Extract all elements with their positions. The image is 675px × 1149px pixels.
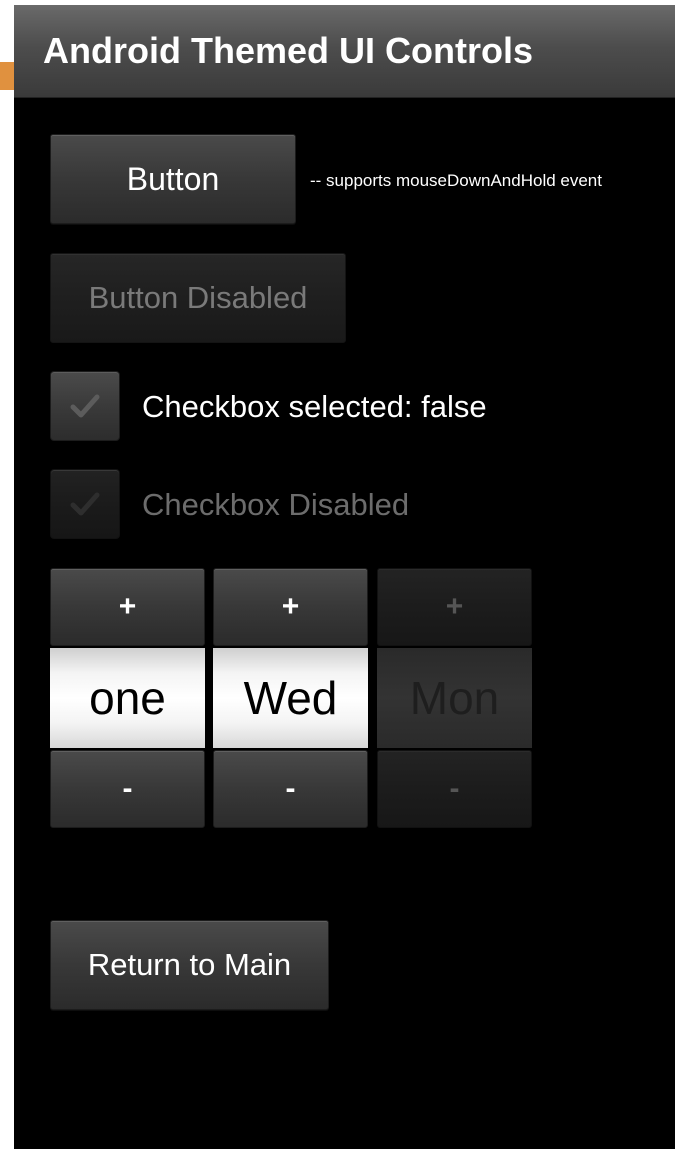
spinner-value: one — [50, 648, 205, 748]
spinner-value: Wed — [213, 648, 368, 748]
spinner-decrement-button: - — [377, 750, 532, 828]
checkbox-label[interactable]: Checkbox selected: false — [142, 389, 487, 425]
checkmark-icon — [70, 492, 100, 516]
spinner-increment-button[interactable]: + — [213, 568, 368, 646]
spinner-decrement-button[interactable]: - — [213, 750, 368, 828]
spinner-number: + one - — [50, 568, 205, 828]
title-bar: Android Themed UI Controls — [14, 5, 675, 98]
checkbox-disabled — [50, 469, 120, 539]
page-title: Android Themed UI Controls — [43, 30, 533, 71]
button-note: -- supports mouseDownAndHold event — [310, 171, 602, 190]
disabled-button: Button Disabled — [50, 253, 346, 343]
spinner-day: + Wed - — [213, 568, 368, 828]
app-screen: Android Themed UI Controls Button -- sup… — [14, 5, 675, 1149]
checkmark-icon — [70, 394, 100, 418]
checkbox[interactable] — [50, 371, 120, 441]
spinner-increment-button: + — [377, 568, 532, 646]
return-to-main-button[interactable]: Return to Main — [50, 920, 329, 1010]
spinner-increment-button[interactable]: + — [50, 568, 205, 646]
window-corner-accent — [0, 62, 14, 90]
main-button[interactable]: Button — [50, 134, 296, 224]
spinner-decrement-button[interactable]: - — [50, 750, 205, 828]
checkbox-disabled-label: Checkbox Disabled — [142, 487, 410, 522]
spinner-value: Mon — [377, 648, 532, 748]
spinner-disabled: + Mon - — [377, 568, 532, 828]
